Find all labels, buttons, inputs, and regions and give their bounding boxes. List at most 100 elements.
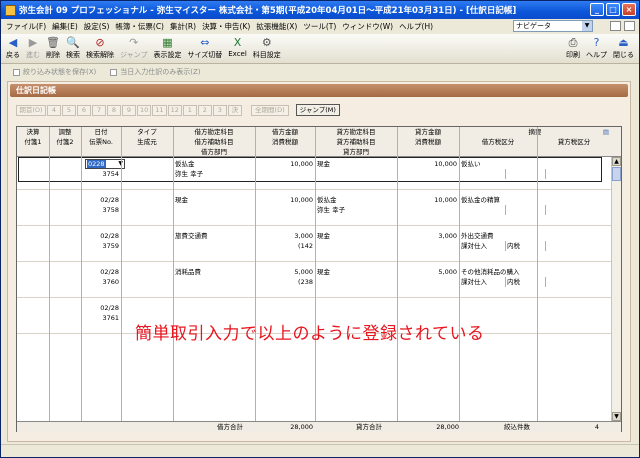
column-header[interactable]: タイプ xyxy=(121,127,173,137)
column-header[interactable]: 借方税区分 xyxy=(459,137,537,147)
size-toggle-button[interactable]: ⇔ サイズ切替 xyxy=(187,36,222,60)
memo[interactable]: 仮払金の精算 xyxy=(459,195,611,205)
column-header[interactable]: 付箋2 xyxy=(49,137,81,147)
dr-tax[interactable] xyxy=(255,205,315,215)
cr-taxcat[interactable] xyxy=(505,205,545,215)
menu-item[interactable]: 決算・申告(K) xyxy=(199,21,253,32)
cr-account[interactable]: 現金 xyxy=(315,159,397,169)
date[interactable]: 02/28 xyxy=(81,195,121,205)
menu-item[interactable]: ファイル(F) xyxy=(3,21,49,32)
dr-amount[interactable]: 10,000 xyxy=(255,159,315,169)
column-header[interactable]: 付箋1 xyxy=(17,137,49,147)
dr-amount[interactable]: 3,000 xyxy=(255,231,315,241)
memo[interactable]: その他消耗品の購入 xyxy=(459,267,611,277)
menu-item[interactable]: ヘルプ(H) xyxy=(396,21,436,32)
dr-sub[interactable]: 弥生 幸子 xyxy=(173,169,255,179)
cr-amount[interactable] xyxy=(397,303,459,313)
display-settings-button[interactable]: ▦ 表示設定 xyxy=(153,36,181,60)
cr-sub[interactable] xyxy=(315,277,397,287)
column-header[interactable]: 生成元 xyxy=(121,137,173,147)
cr-sub[interactable] xyxy=(315,169,397,179)
menu-item[interactable]: 帳簿・伝票(C) xyxy=(112,21,167,32)
month-button[interactable]: 1 xyxy=(182,104,197,116)
cr-sub[interactable] xyxy=(315,241,397,251)
search-button[interactable]: 🔍 検索 xyxy=(66,36,80,60)
column-header[interactable]: 日付 xyxy=(81,127,121,137)
dr-amount[interactable]: 10,000 xyxy=(255,195,315,205)
search-clear-button[interactable]: ⊘ 検索解除 xyxy=(86,36,114,60)
scroll-up-icon[interactable]: ▲ xyxy=(612,157,621,166)
printer-button[interactable]: ⎙ 印刷 xyxy=(566,36,580,60)
column-header[interactable]: 伝票No. xyxy=(81,137,121,147)
column-header[interactable]: 借方金額 xyxy=(255,127,315,137)
dr-account[interactable]: 消耗品費 xyxy=(173,267,255,277)
dr-taxcat[interactable] xyxy=(459,205,505,215)
jump-button[interactable]: ジャンプ(M) xyxy=(295,104,340,116)
no[interactable]: 3760 xyxy=(81,277,121,287)
column-header[interactable]: 貸方補助科目 xyxy=(315,137,397,147)
month-button[interactable]: 3 xyxy=(212,104,227,116)
column-header[interactable]: 借方補助科目 xyxy=(173,137,255,147)
column-header[interactable]: 貸方部門 xyxy=(315,147,397,157)
jump-button[interactable]: ↷ ジャンプ xyxy=(120,36,147,60)
column-header[interactable]: 摘要 xyxy=(459,127,611,137)
cr-account[interactable] xyxy=(315,303,397,313)
date[interactable]: 02/28 xyxy=(81,231,121,241)
date[interactable]: 02/28 xyxy=(81,267,121,277)
menu-item[interactable]: 集計(R) xyxy=(167,21,199,32)
today-only-option[interactable]: 当日入力仕訳のみ表示(Z) xyxy=(110,67,201,77)
minimize-button[interactable]: _ xyxy=(590,3,604,16)
cr-amount[interactable]: 10,000 xyxy=(397,159,459,169)
dr-sub[interactable] xyxy=(173,277,255,287)
column-header[interactable]: 調整 xyxy=(49,127,81,137)
date[interactable]: 02/28 xyxy=(81,303,121,313)
dr-taxcat[interactable]: 課対仕入 xyxy=(459,241,505,251)
column-header[interactable]: 消費税額 xyxy=(255,137,315,147)
dr-tax[interactable]: (238 xyxy=(255,277,315,287)
month-button[interactable]: 8 xyxy=(107,104,121,116)
cr-account[interactable]: 現金 xyxy=(315,231,397,241)
column-header[interactable]: 消費税額 xyxy=(397,137,459,147)
cr-account[interactable]: 現金 xyxy=(315,267,397,277)
memo[interactable] xyxy=(459,303,611,313)
column-header[interactable]: 借方部門 xyxy=(173,147,255,157)
cr-sub[interactable]: 弥生 幸子 xyxy=(315,205,397,215)
month-button[interactable]: 11 xyxy=(152,104,167,116)
close-doc-icon[interactable] xyxy=(624,21,635,31)
dr-tax[interactable] xyxy=(255,169,315,179)
cr-taxcat[interactable]: 内税 xyxy=(505,277,545,287)
cr-amount[interactable]: 3,000 xyxy=(397,231,459,241)
menu-item[interactable]: 設定(S) xyxy=(81,21,113,32)
restore-doc-icon[interactable] xyxy=(610,21,621,31)
cr-taxcat[interactable] xyxy=(505,313,545,323)
dr-sub[interactable] xyxy=(173,205,255,215)
scroll-thumb[interactable] xyxy=(612,167,621,181)
cr-taxcat[interactable] xyxy=(505,169,545,179)
navigator-select[interactable]: ナビゲータ ▼ xyxy=(513,20,593,32)
menu-item[interactable]: ウィンドウ(W) xyxy=(339,21,396,32)
scroll-down-icon[interactable]: ▼ xyxy=(612,412,621,421)
month-button[interactable]: 12 xyxy=(167,104,182,116)
menu-item[interactable]: 編集(E) xyxy=(49,21,81,32)
account-settings-button[interactable]: ⚙ 科目設定 xyxy=(253,36,281,60)
forward-button[interactable]: ▶ 進む xyxy=(26,36,40,60)
column-header[interactable]: 貸方勘定科目 xyxy=(315,127,397,137)
help-button[interactable]: ? ヘルプ xyxy=(586,36,607,60)
dr-account[interactable] xyxy=(173,303,255,313)
close-button[interactable]: × xyxy=(622,3,636,16)
month-button[interactable]: 決 xyxy=(227,104,242,116)
cr-amount[interactable]: 10,000 xyxy=(397,195,459,205)
month-button[interactable]: 5 xyxy=(62,104,76,116)
back-button[interactable]: ◀ 戻る xyxy=(6,36,20,60)
month-button[interactable]: 期首(O) xyxy=(16,104,46,116)
month-button[interactable]: 9 xyxy=(122,104,136,116)
cr-taxcat[interactable]: 内税 xyxy=(505,241,545,251)
trash-button[interactable]: 🗑 削除 xyxy=(46,36,60,60)
month-button[interactable]: 6 xyxy=(77,104,91,116)
menu-item[interactable]: ツール(T) xyxy=(300,21,339,32)
close-door-button[interactable]: ⏏ 閉じる xyxy=(613,36,634,60)
column-header[interactable]: 貸方金額 xyxy=(397,127,459,137)
save-filter-option[interactable]: 絞り込み状態を保存(X) xyxy=(13,67,96,77)
no[interactable]: 3759 xyxy=(81,241,121,251)
column-header[interactable]: 借方勘定科目 xyxy=(173,127,255,137)
